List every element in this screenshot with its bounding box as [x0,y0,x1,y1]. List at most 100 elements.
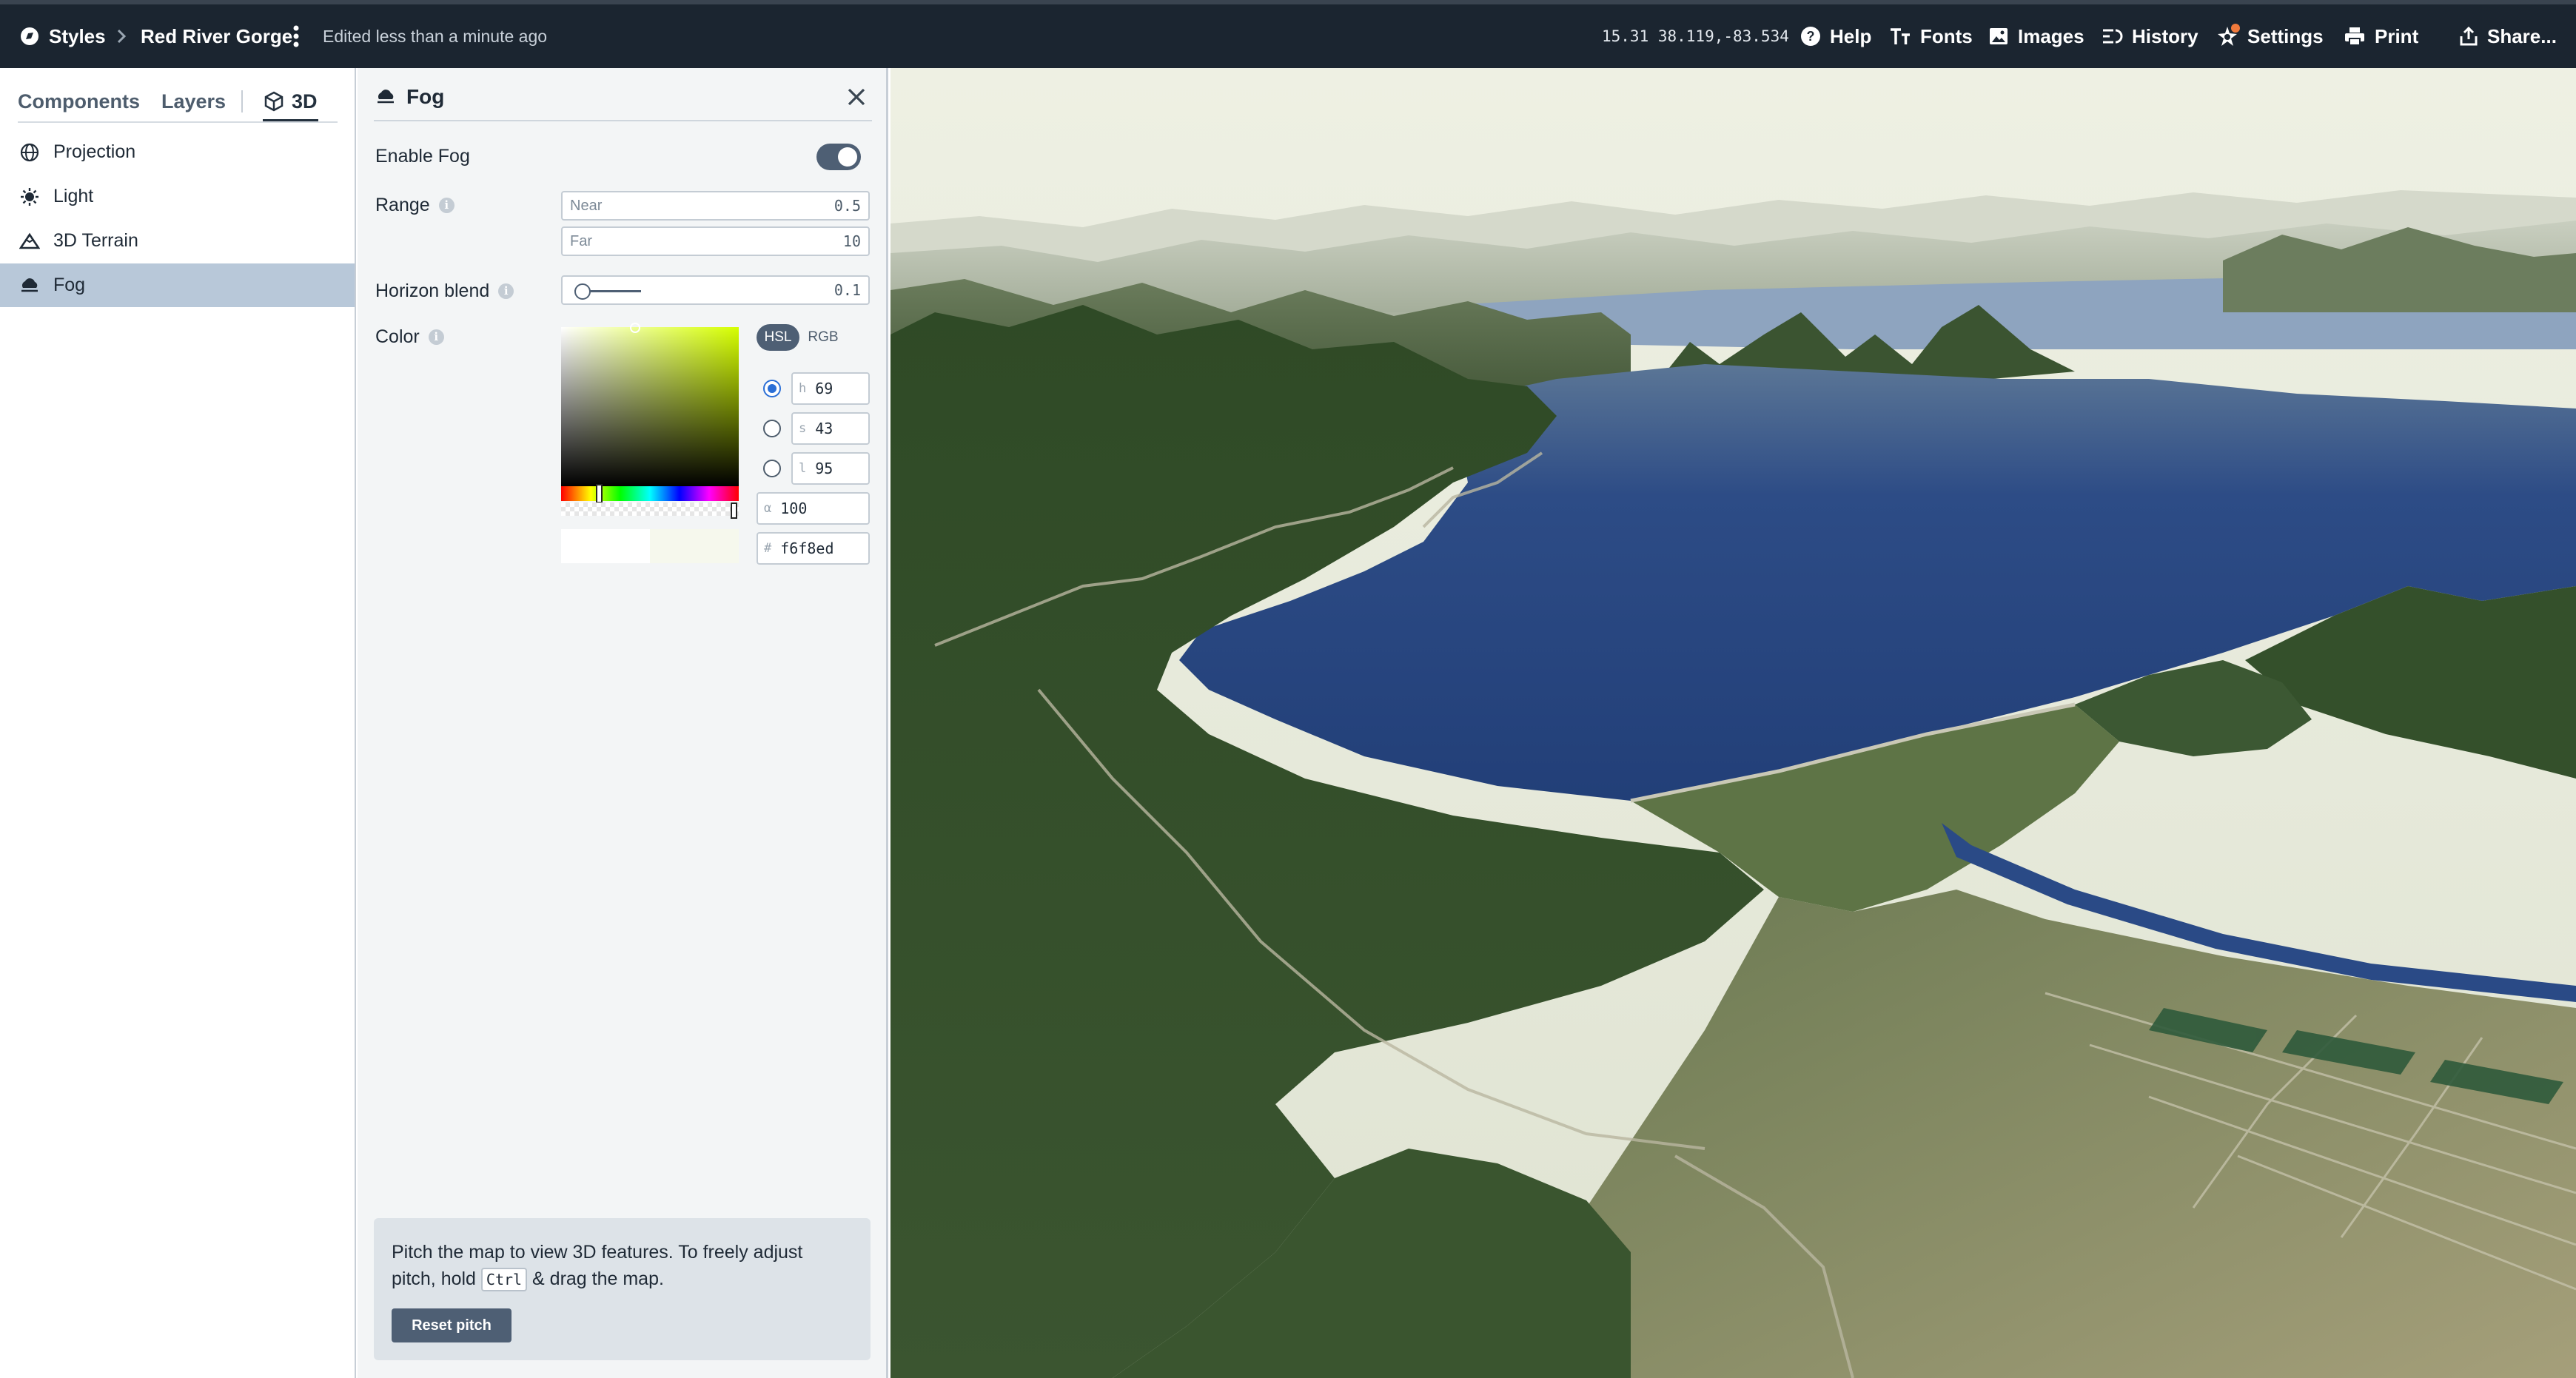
enable-fog-toggle[interactable] [816,144,861,170]
lightness-key: l [799,461,807,476]
range-near-placeholder: Near [570,197,603,214]
sidebar-item-3d-terrain[interactable]: 3D Terrain [0,219,355,263]
lightness-input[interactable]: l 95 [791,452,870,485]
tab-3d[interactable]: 3D [264,81,318,121]
print-label: Print [2375,24,2419,47]
rgb-mode-button[interactable]: RGB [802,324,845,351]
tab-layers[interactable]: Layers [161,81,226,121]
horizon-blend-input[interactable]: 0.1 [561,275,870,305]
svg-text:?: ? [1807,29,1815,44]
sidebar-item-fog[interactable]: Fog [0,263,355,307]
hue-slider[interactable] [561,484,739,503]
previous-color-swatch[interactable] [561,529,650,563]
light-icon [21,187,38,206]
sidebar-item-label: 3D Terrain [53,230,138,251]
terrain-map-image [890,68,2576,1378]
share-icon [2460,26,2478,46]
alpha-key: α [764,501,772,516]
cube-icon [264,91,284,112]
current-color-swatch [650,529,739,563]
more-vertical-icon [293,25,299,47]
active-tab-indicator [263,119,318,121]
lightness-radio[interactable] [763,460,781,477]
images-button[interactable]: Images [1988,4,2084,68]
map-canvas[interactable] [890,68,2576,1378]
fonts-icon [1891,28,1910,44]
color-label: Color [375,326,420,347]
lightness-value: 95 [815,460,833,477]
map-position-readout[interactable]: 15.31 38.119,-83.534 [1602,4,1789,68]
saturation-picker-handle[interactable] [630,323,640,333]
settings-notification-badge [2231,24,2240,33]
saturation-key: s [799,421,807,436]
help-button[interactable]: ? Help [1800,4,1871,68]
horizon-blend-slider-thumb[interactable] [574,283,591,300]
close-panel-button[interactable] [842,83,871,111]
hue-input[interactable]: h 69 [791,372,870,405]
info-icon[interactable]: i [428,329,444,345]
alpha-slider-handle[interactable] [731,503,737,519]
settings-label: Settings [2247,24,2324,47]
hex-key: # [764,541,772,556]
images-label: Images [2018,24,2084,47]
styles-breadcrumb-link[interactable]: Styles [19,4,106,68]
color-saturation-area[interactable] [561,323,739,486]
tab-components[interactable]: Components [18,81,140,121]
sidebar-item-light[interactable]: Light [0,175,355,218]
chevron-right-icon [117,29,127,44]
horizon-blend-label-row: Horizon blend i [375,278,514,303]
style-name[interactable]: Red River Gorge [141,4,292,68]
ctrl-key: Ctrl [480,1268,528,1291]
globe-icon [20,143,39,161]
hue-radio[interactable] [763,380,781,397]
help-text-after: & drag the map. [532,1268,664,1289]
history-button[interactable]: History [2101,4,2198,68]
sidebar-item-projection[interactable]: Projection [0,130,355,174]
tab-3d-label: 3D [292,90,318,112]
sidebar-item-label: Projection [53,141,136,162]
range-near-input[interactable]: Near 0.5 [561,191,870,221]
hsl-mode-button[interactable]: HSL [757,324,799,351]
settings-button[interactable]: Settings [2216,4,2324,68]
hex-input[interactable]: # f6f8ed [757,532,870,565]
horizon-blend-label: Horizon blend [375,280,490,301]
horizon-blend-value: 0.1 [833,281,861,299]
sidebar-item-label: Light [53,186,94,206]
sidebar-item-label: Fog [53,275,86,295]
saturation-value: 43 [815,420,833,437]
enable-fog-label: Enable Fog [375,145,470,167]
breadcrumb-separator [115,4,136,68]
alpha-slider[interactable] [561,503,739,519]
hex-value: f6f8ed [780,540,834,557]
fog-panel: Fog Enable Fog Range i Near 0.5 Far 10 H… [358,68,888,1378]
mapbox-logo-icon [21,27,38,45]
fog-icon [21,278,38,292]
hue-key: h [799,381,807,396]
range-far-value: 10 [842,232,861,250]
share-button[interactable]: Share... [2459,4,2557,68]
help-label: Help [1830,24,1872,47]
range-far-input[interactable]: Far 10 [561,226,870,256]
range-far-placeholder: Far [570,232,592,249]
left-sidebar: Components Layers 3D Projection Light 3D… [0,68,356,1378]
range-near-value: 0.5 [833,197,861,215]
saturation-radio[interactable] [763,420,781,437]
breadcrumb-root: Styles [49,24,106,47]
style-options-button[interactable] [292,4,309,68]
info-icon[interactable]: i [438,197,455,213]
info-icon[interactable]: i [498,283,514,299]
hue-slider-handle[interactable] [596,484,603,503]
alpha-input[interactable]: α 100 [757,492,870,525]
range-label: Range [375,194,430,215]
share-label: Share... [2487,24,2557,47]
saturation-input[interactable]: s 43 [791,412,870,445]
fonts-button[interactable]: Fonts [1889,4,1973,68]
help-icon: ? [1801,27,1820,46]
print-button[interactable]: Print [2344,4,2418,68]
close-icon [848,88,865,106]
hue-value: 69 [815,380,833,397]
reset-pitch-button[interactable]: Reset pitch [392,1308,511,1342]
panel-header: Fog [375,78,444,115]
tab-separator [241,90,243,112]
pitch-help-box: Pitch the map to view 3D features. To fr… [374,1218,871,1360]
